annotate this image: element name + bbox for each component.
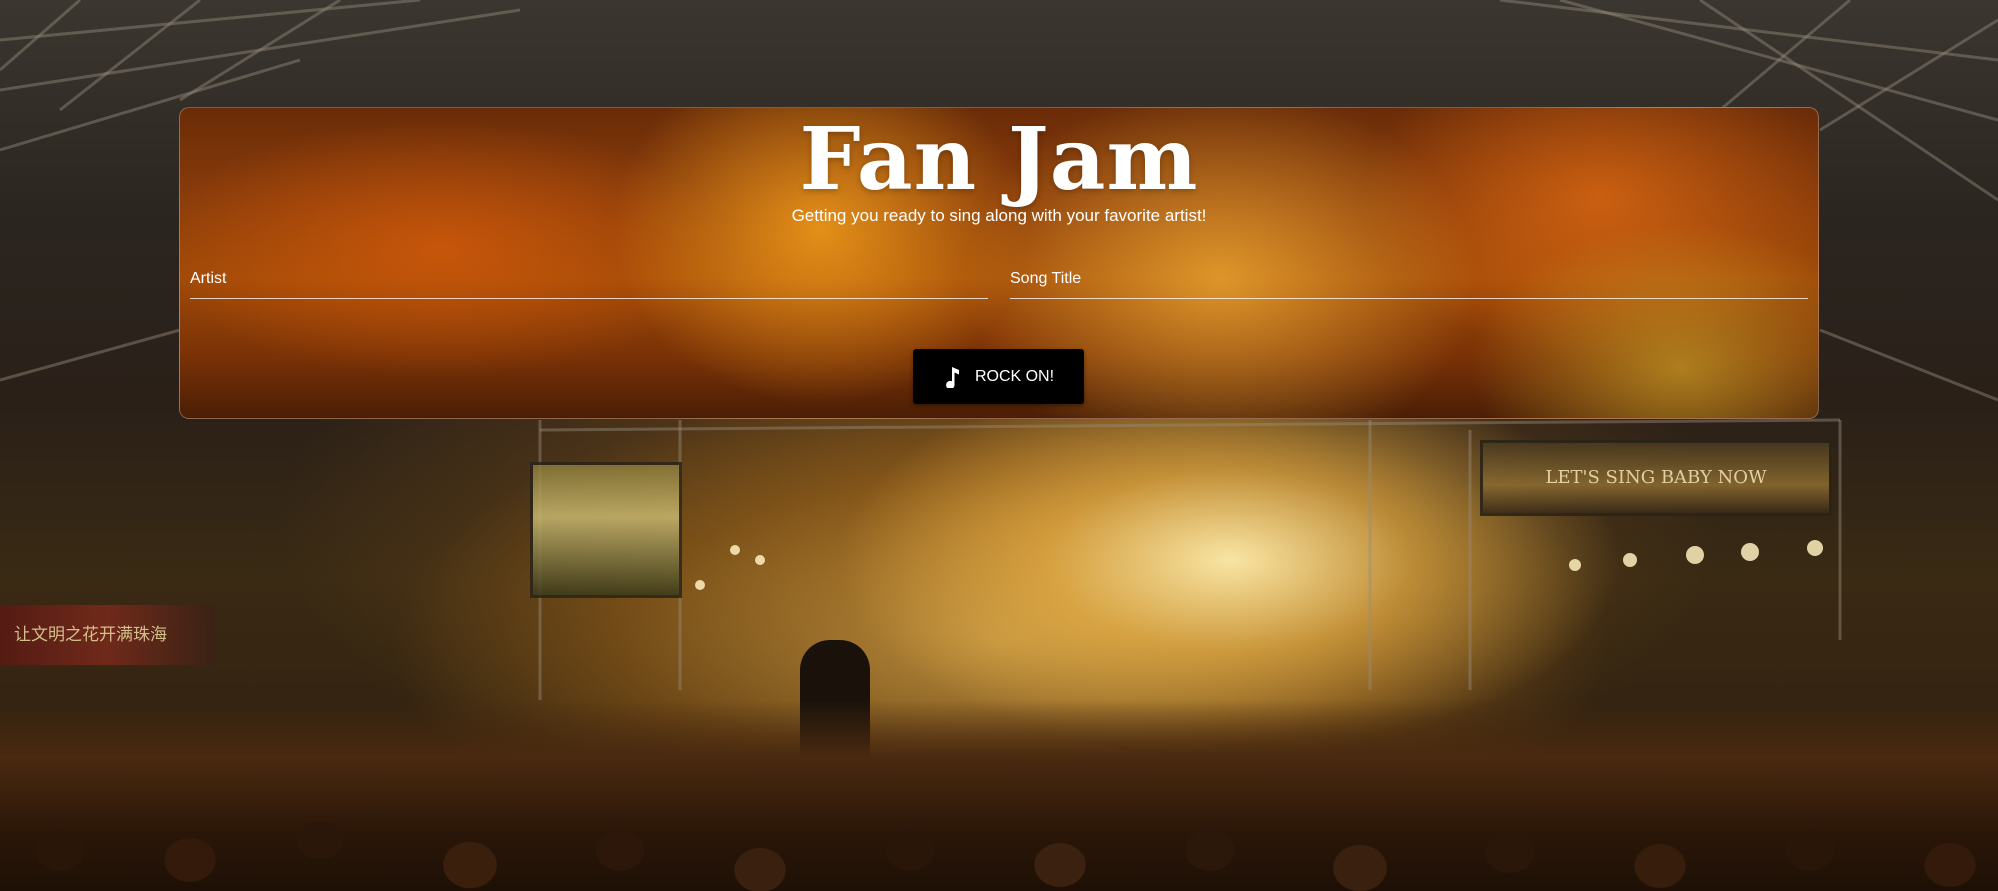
artist-field [190,260,988,299]
rock-on-button[interactable]: ROCK ON! [913,349,1084,404]
song-title-field [1010,260,1808,299]
crowd-silhouette [0,700,1998,891]
song-title-input[interactable] [1010,260,1808,298]
artist-input[interactable] [190,260,988,298]
search-card: Fan Jam Getting you ready to sing along … [179,107,1819,419]
page: LET'S SING BABY NOW 让文明之花开满珠海 Fan Jam Ge… [0,0,1998,891]
rock-on-button-label: ROCK ON! [974,367,1055,385]
stage-video-screen-right: LET'S SING BABY NOW [1480,440,1832,516]
music-note-icon [943,366,961,388]
stage-screen-text: LET'S SING BABY NOW [1545,467,1767,488]
stage-video-screen-left [530,462,682,598]
app-subtitle: Getting you ready to sing along with you… [791,206,1207,225]
venue-banner-text: 让文明之花开满珠海 [14,625,167,645]
venue-banner: 让文明之花开满珠海 [0,605,215,665]
app-title: Fan Jam [799,109,1199,210]
